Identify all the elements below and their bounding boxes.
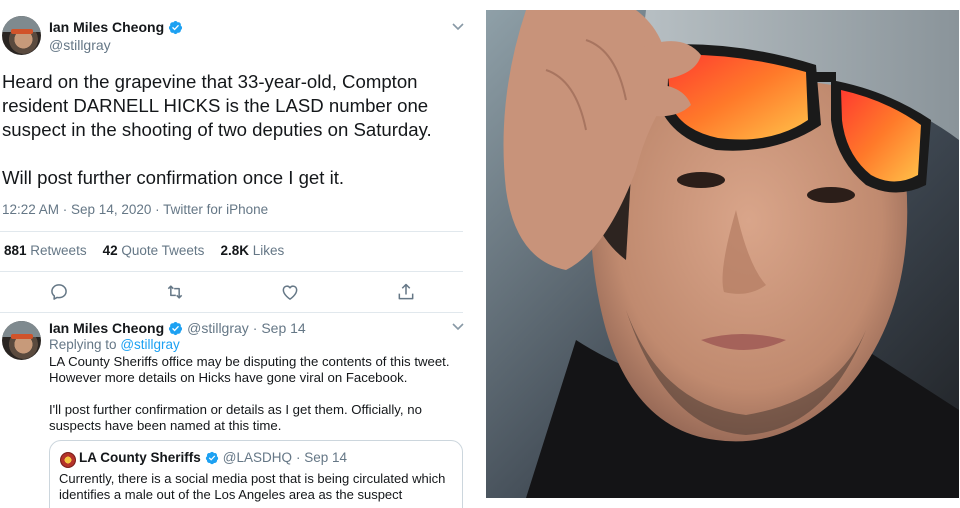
quoted-tweet-card[interactable]: LA County Sheriffs @LASDHQ · Sep 14 Curr… [49,440,463,508]
share-icon[interactable] [396,282,416,302]
quoted-tweet-author: LA County Sheriffs @LASDHQ · Sep 14 [79,450,347,465]
tweet-action-bar [0,282,463,304]
quoted-tweet-text: Currently, there is a social media post … [59,471,446,502]
retweets-stat[interactable]: 881 Retweets [4,243,87,258]
verified-badge-icon [169,321,183,335]
portrait-photo [486,10,959,498]
tweet-timestamp[interactable]: 12:22 AM · Sep 14, 2020 · Twitter for iP… [2,202,268,217]
quote-tweets-stat[interactable]: 42 Quote Tweets [103,243,205,258]
verified-badge-icon [169,20,183,34]
tweet-date[interactable]: · Sep 14 [253,320,306,336]
portrait-illustration [486,10,959,498]
quoted-tweet-date: · Sep 14 [296,450,348,465]
author-name[interactable]: Ian Miles Cheong [49,320,164,336]
divider [0,271,463,272]
author-name[interactable]: Ian Miles Cheong [49,19,164,35]
chevron-down-icon[interactable] [451,322,465,332]
tweet-screenshot-panel: Ian Miles Cheong @stillgray Heard on the… [0,0,470,508]
author-handle[interactable]: @stillgray [49,37,111,53]
author-handle[interactable]: @stillgray [187,320,249,336]
main-tweet-text: Heard on the grapevine that 33-year-old,… [2,71,432,188]
author-avatar[interactable] [2,16,41,55]
replying-to: Replying to @stillgray [49,337,180,352]
quoted-author-name: LA County Sheriffs [79,450,201,465]
divider [0,231,463,232]
reply-tweet-author[interactable]: Ian Miles Cheong @stillgray · Sep 14 [49,320,306,336]
reply-tweet-text: LA County Sheriffs office may be disputi… [49,354,450,433]
reply-author-avatar[interactable] [2,321,41,360]
retweet-icon[interactable] [165,282,185,302]
reply-icon[interactable] [49,282,69,302]
quoted-author-handle: @LASDHQ [222,450,292,465]
verified-badge-icon [205,451,218,464]
engagement-stats: 881 Retweets 42 Quote Tweets 2.8K Likes [4,243,284,258]
replying-to-link[interactable]: @stillgray [120,337,179,352]
main-tweet-author[interactable]: Ian Miles Cheong [49,19,183,35]
sheriff-badge-avatar [60,452,76,468]
divider [0,312,463,313]
like-icon[interactable] [280,282,300,302]
likes-stat[interactable]: 2.8K Likes [220,243,284,258]
chevron-down-icon[interactable] [451,22,465,32]
